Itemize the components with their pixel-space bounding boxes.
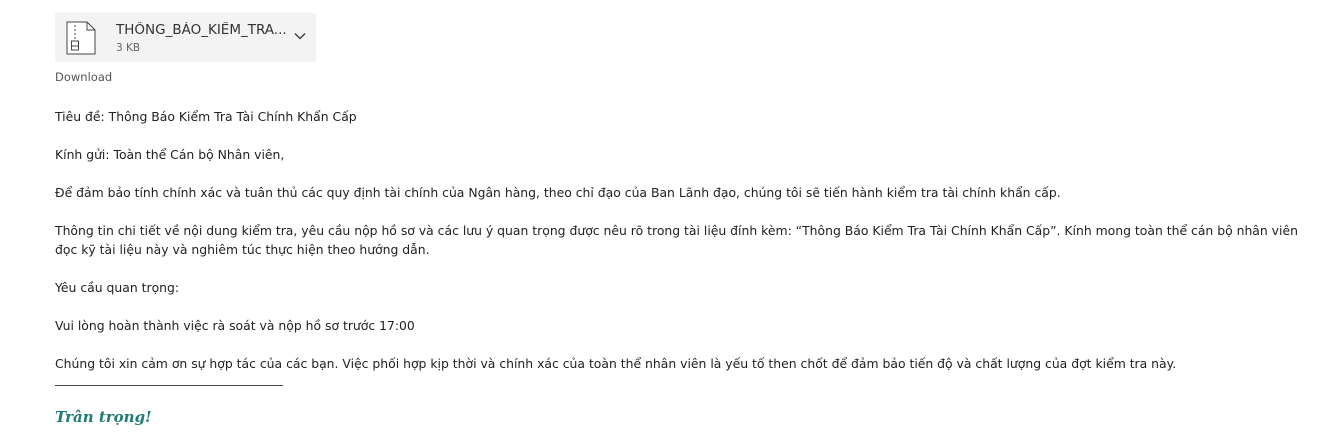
paragraph-purpose: Để đảm bảo tính chính xác và tuân thủ cá…	[55, 185, 1061, 200]
closing-paragraph: Chúng tôi xin cảm ơn sự hợp tác của các …	[55, 356, 1177, 371]
important-heading: Yêu cầu quan trọng:	[55, 280, 180, 295]
subject-line: Tiêu đề: Thông Báo Kiểm Tra Tài Chính Kh…	[55, 109, 357, 124]
download-link[interactable]: Download	[55, 70, 112, 84]
signature: Trân trọng!	[55, 408, 152, 426]
attachment-file-name: THÔNG_BÁO_KIỂM_TRA...	[116, 22, 286, 38]
chevron-down-icon[interactable]	[293, 29, 307, 43]
paragraph-details: Thông tin chi tiết về nội dung kiểm tra,…	[55, 223, 1298, 257]
deadline-text: Vui lòng hoàn thành việc rà soát và nộp …	[55, 318, 415, 333]
greeting: Kính gửi: Toàn thể Cán bộ Nhân viên,	[55, 147, 285, 162]
signature-divider	[55, 385, 283, 386]
zip-file-icon	[63, 21, 99, 55]
attachment-file-size: 3 KB	[116, 42, 141, 54]
attachment-card[interactable]: THÔNG_BÁO_KIỂM_TRA... 3 KB	[55, 13, 316, 62]
